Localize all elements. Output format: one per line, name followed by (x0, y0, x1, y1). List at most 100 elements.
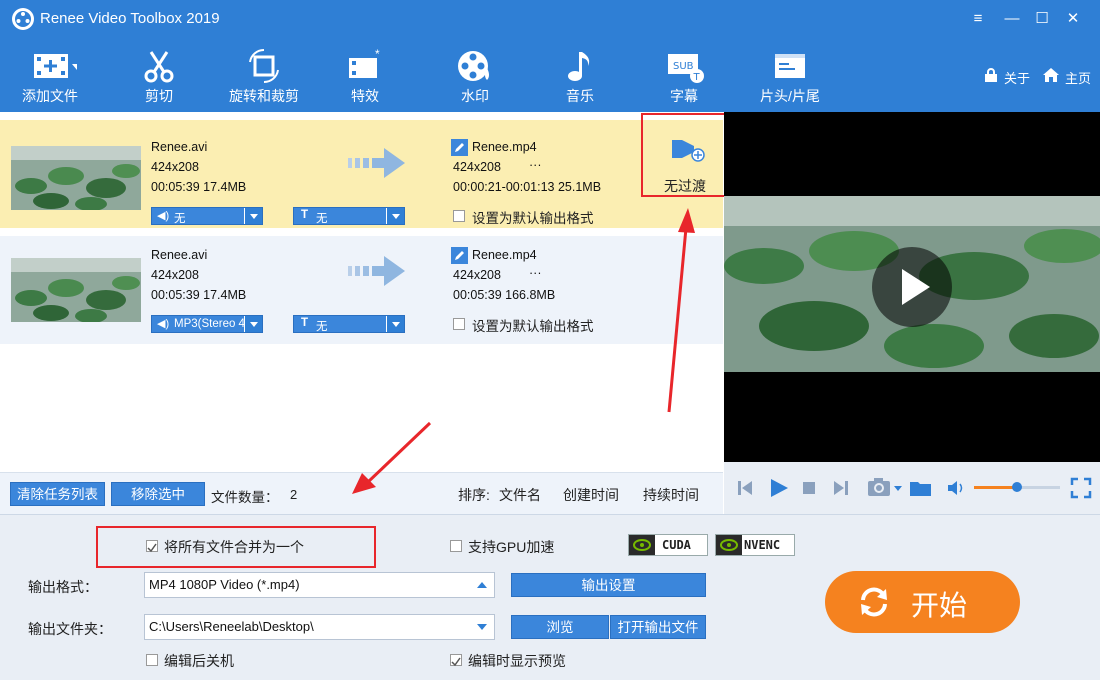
volume-icon: ◀) (157, 210, 170, 222)
output-more-button[interactable]: ··· (529, 266, 542, 280)
maximize-button[interactable]: ☐ (1029, 6, 1055, 32)
annotation-box (641, 113, 736, 197)
gpu-checkbox[interactable] (450, 540, 462, 552)
add-file-button[interactable]: 添加文件 (10, 38, 90, 112)
intro-outro-label: 片头/片尾 (760, 88, 820, 104)
output-format-label: 输出格式： (28, 579, 98, 595)
chevron-down-icon (386, 316, 404, 332)
file-row[interactable]: Renee.avi 424x208 00:05:39 17.4MB Renee.… (0, 120, 723, 228)
lock-icon (984, 68, 998, 82)
nvidia-icon (716, 535, 742, 555)
play-icon[interactable] (768, 477, 790, 499)
sort-by-duration[interactable]: 持续时间 (643, 485, 699, 505)
output-more-button[interactable]: ··· (529, 158, 542, 172)
rotate-crop-button[interactable]: 旋转和裁剪 (224, 38, 304, 112)
output-filename: Renee.mp4 (472, 140, 537, 154)
effects-icon: * (349, 48, 380, 78)
audio-track-dropdown[interactable]: ◀) 无 (151, 207, 263, 225)
chevron-down-icon (244, 316, 262, 332)
output-folder-label: 输出文件夹： (28, 621, 112, 637)
edit-name-icon[interactable] (451, 247, 468, 264)
scissors-icon (144, 51, 174, 83)
output-folder-select[interactable]: C:\Users\Reneelab\Desktop\ (144, 614, 495, 640)
checkmark-icon (451, 657, 461, 667)
output-resolution: 424x208 (453, 160, 501, 174)
output-format-select[interactable]: MP4 1080P Video (*.mp4) (144, 572, 495, 598)
about-link[interactable]: 关于 (1004, 68, 1030, 87)
show-preview-checkbox[interactable] (450, 654, 462, 667)
open-output-folder-button[interactable]: 打开输出文件 (610, 615, 706, 639)
video-thumbnail (11, 146, 141, 210)
volume-slider[interactable] (974, 482, 1060, 492)
audio-track-dropdown[interactable]: ◀) MP3(Stereo 4 (151, 315, 263, 333)
text-icon: T (301, 317, 309, 329)
file-count-label: 文件数量： (211, 490, 279, 505)
close-button[interactable]: ✕ (1060, 6, 1086, 32)
list-action-bar: 清除任务列表 移除选中 文件数量： 2 排序: 文件名 创建时间 持续时间 (0, 472, 723, 514)
gpu-label: 支持GPU加速 (468, 539, 555, 555)
source-info: 00:05:39 17.4MB (151, 180, 247, 194)
rotate-crop-label: 旋转和裁剪 (229, 88, 299, 104)
subtitle-dropdown[interactable]: T 无 (293, 207, 405, 225)
play-overlay-button[interactable] (872, 247, 952, 327)
volume-fill (974, 486, 1016, 489)
play-icon (902, 269, 930, 305)
app-logo-icon (12, 8, 34, 30)
start-button[interactable]: 开始 (825, 571, 1020, 633)
subtitle-dropdown[interactable]: T 无 (293, 315, 405, 333)
toolbar: 添加文件 剪切 旋转和裁剪 * 特效 水印 音乐 SUB T 字幕 片头/片尾 关… (0, 38, 1100, 112)
source-filename: Renee.avi (151, 140, 208, 154)
default-format-label: 设置为默认输出格式 (472, 211, 594, 226)
start-label: 开始 (911, 590, 968, 621)
remove-selected-button[interactable]: 移除选中 (111, 482, 205, 506)
default-format-checkbox[interactable] (453, 210, 465, 222)
intro-outro-button[interactable]: 片头/片尾 (748, 38, 832, 112)
file-list: Renee.avi 424x208 00:05:39 17.4MB Renee.… (0, 112, 723, 472)
fullscreen-icon[interactable] (1070, 477, 1092, 499)
nvidia-icon (629, 535, 655, 555)
svg-text:T: T (693, 72, 701, 83)
output-settings-button[interactable]: 输出设置 (511, 573, 706, 597)
music-button[interactable]: 音乐 (545, 38, 615, 112)
clear-list-button[interactable]: 清除任务列表 (10, 482, 105, 506)
home-link[interactable]: 主页 (1065, 68, 1091, 87)
annotation-box (96, 526, 376, 568)
text-icon: T (301, 209, 309, 221)
cuda-badge: CUDA (628, 534, 708, 556)
svg-text:*: * (375, 48, 380, 61)
default-format-label: 设置为默认输出格式 (472, 319, 594, 334)
sort-by-created[interactable]: 创建时间 (563, 485, 619, 505)
app-title: Renee Video Toolbox 2019 (40, 10, 220, 27)
chevron-down-icon (386, 208, 404, 224)
sort-by-name[interactable]: 文件名 (499, 485, 541, 505)
watermark-button[interactable]: 水印 (440, 38, 510, 112)
subtitle-label: 字幕 (670, 88, 698, 104)
edit-name-icon[interactable] (451, 139, 468, 156)
skip-forward-icon[interactable] (832, 479, 850, 497)
source-resolution: 424x208 (151, 268, 199, 282)
chevron-up-icon (477, 582, 487, 588)
title-bar: Renee Video Toolbox 2019 ≡ — ☐ ✕ (0, 0, 1100, 38)
browse-button[interactable]: 浏览 (511, 615, 609, 639)
default-format-checkbox[interactable] (453, 318, 465, 330)
crop-icon (249, 48, 279, 84)
show-preview-label: 编辑时显示预览 (468, 653, 566, 669)
file-count-value: 2 (290, 487, 298, 502)
video-preview[interactable] (724, 112, 1100, 462)
shutdown-checkbox[interactable] (146, 654, 158, 666)
camera-icon[interactable] (867, 476, 903, 498)
folder-icon[interactable] (909, 478, 933, 498)
volume-icon: ◀) (157, 318, 170, 330)
volume-handle[interactable] (1012, 482, 1022, 492)
music-note-icon (568, 52, 590, 81)
minimize-button[interactable]: — (999, 6, 1025, 32)
add-file-icon (34, 54, 77, 78)
effects-button[interactable]: * 特效 (330, 38, 400, 112)
cut-button[interactable]: 剪切 (124, 38, 194, 112)
skip-back-icon[interactable] (736, 479, 754, 497)
subtitle-button[interactable]: SUB T 字幕 (649, 38, 719, 112)
menu-button[interactable]: ≡ (965, 6, 991, 32)
volume-icon[interactable] (946, 479, 966, 497)
stop-icon[interactable] (802, 481, 816, 495)
file-row[interactable]: Renee.avi 424x208 00:05:39 17.4MB Renee.… (0, 236, 723, 344)
